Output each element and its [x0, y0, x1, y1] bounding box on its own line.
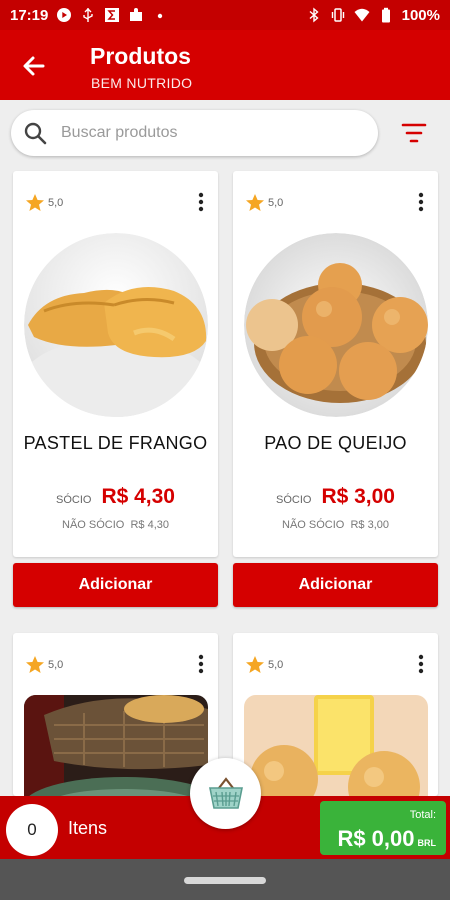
nonmember-label: NÃO SÓCIO — [282, 519, 345, 531]
filter-icon[interactable] — [401, 122, 427, 144]
product-card[interactable]: 5,0 PASTEL DE FRANGO SÓCIO R$ 4,30 NÃO S… — [13, 171, 218, 557]
search-icon — [24, 122, 47, 145]
total-currency: BRL — [417, 838, 437, 848]
more-vert-icon[interactable] — [194, 191, 208, 213]
basket-button[interactable] — [190, 758, 261, 829]
add-button[interactable]: Adicionar — [233, 563, 438, 607]
more-vert-icon[interactable] — [414, 653, 428, 675]
rating-value: 5,0 — [48, 197, 64, 209]
product-image — [244, 695, 428, 796]
star-icon — [246, 194, 264, 211]
total-value-row: R$ 0,00 BRL — [337, 826, 436, 852]
star-icon — [26, 656, 44, 673]
search-box[interactable] — [11, 110, 378, 156]
member-price-row: SÓCIO R$ 3,00 — [233, 485, 438, 509]
product-image — [24, 233, 208, 417]
product-rating: 5,0 — [245, 655, 283, 675]
basket-icon — [208, 776, 243, 809]
usb-icon — [83, 8, 94, 22]
cart-count: 0 — [6, 804, 58, 856]
product-image — [24, 695, 208, 796]
total-value: R$ 0,00 — [337, 826, 415, 851]
product-card[interactable]: 5,0 — [13, 633, 218, 796]
nav-bar — [0, 859, 450, 900]
puzzle-icon — [130, 8, 143, 21]
more-vert-icon[interactable] — [194, 653, 208, 675]
star-icon — [26, 194, 44, 211]
vibrate-icon — [331, 8, 344, 22]
product-rating: 5,0 — [25, 655, 63, 675]
product-card[interactable]: 5,0 — [233, 633, 438, 796]
star-icon — [246, 656, 264, 673]
search-input[interactable] — [61, 124, 341, 142]
nonmember-price: R$ 3,00 — [350, 519, 389, 531]
status-bar: 17:19 100% — [0, 0, 450, 30]
cart-total-button[interactable]: Total: R$ 0,00 BRL — [320, 801, 446, 855]
product-image — [244, 233, 428, 417]
battery-icon — [381, 7, 390, 23]
product-name: PAO DE QUEIJO — [264, 433, 407, 453]
search-area — [0, 100, 450, 170]
rating-value: 5,0 — [48, 659, 64, 671]
total-label: Total: — [409, 809, 436, 821]
nonmember-price: R$ 4,30 — [130, 519, 169, 531]
home-gesture-handle[interactable] — [184, 877, 266, 884]
member-label: SÓCIO — [275, 494, 312, 506]
nonmember-label: NÃO SÓCIO — [62, 519, 125, 531]
bluetooth-icon — [309, 7, 319, 23]
dot-icon — [158, 13, 163, 19]
nonmember-price-row: NÃO SÓCIO R$ 4,30 — [13, 519, 218, 531]
member-price: R$ 3,00 — [321, 485, 395, 508]
more-vert-icon[interactable] — [414, 191, 428, 213]
product-rating: 5,0 — [245, 193, 283, 213]
youtube-icon — [57, 8, 72, 22]
product-rating: 5,0 — [25, 193, 63, 213]
product-card[interactable]: 5,0 PAO DE QUEIJO SÓCIO R$ 3,00 NÃO SÓCI… — [233, 171, 438, 557]
cart-items-label: Itens — [68, 818, 108, 838]
page-subtitle: BEM NUTRIDO — [91, 75, 193, 91]
nonmember-price-row: NÃO SÓCIO R$ 3,00 — [233, 519, 438, 531]
page-title: Produtos — [90, 43, 191, 69]
rating-value: 5,0 — [268, 659, 284, 671]
wifi-icon — [354, 8, 370, 22]
product-name: PASTEL DE FRANGO — [23, 433, 208, 453]
app-bar: Produtos BEM NUTRIDO — [0, 30, 450, 100]
member-price: R$ 4,30 — [101, 485, 175, 508]
add-button[interactable]: Adicionar — [13, 563, 218, 607]
status-time: 17:19 — [10, 6, 49, 24]
rating-value: 5,0 — [268, 197, 284, 209]
sigma-icon — [105, 8, 120, 22]
member-price-row: SÓCIO R$ 4,30 — [13, 485, 218, 509]
arrow-left-icon[interactable] — [20, 52, 48, 80]
member-label: SÓCIO — [55, 494, 92, 506]
battery-percent: 100% — [401, 6, 440, 24]
